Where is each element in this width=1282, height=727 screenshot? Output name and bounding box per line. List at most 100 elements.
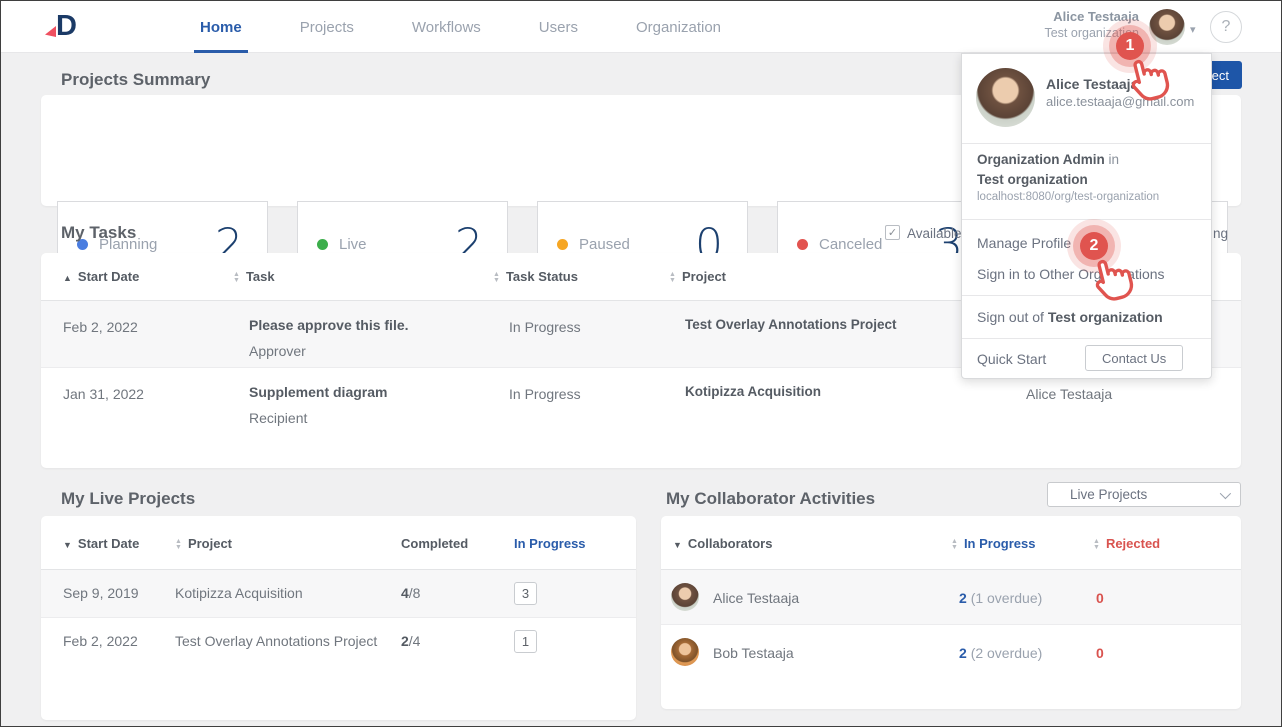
cell-task-role: Recipient: [249, 410, 307, 426]
column-header-collaborators[interactable]: ▼Collaborators: [673, 536, 772, 551]
sort-icon: ▲▼: [951, 539, 958, 551]
nav-item-projects[interactable]: Projects: [294, 1, 360, 53]
cell-in-progress: 2: [959, 645, 967, 661]
sort-icon: ▲▼: [175, 539, 182, 551]
chevron-down-icon[interactable]: ▾: [1190, 23, 1196, 36]
column-header-project[interactable]: ▲▼Project: [175, 536, 232, 551]
user-menu-role: Organization Admin: [977, 152, 1105, 167]
column-header-rejected[interactable]: ▲▼Rejected: [1093, 536, 1160, 551]
collaborators-header-row: ▼Collaborators ▲▼In Progress ▲▼Rejected: [661, 516, 1241, 570]
column-header-in-progress[interactable]: In Progress: [514, 536, 586, 551]
collaborator-activities-panel: ▼Collaborators ▲▼In Progress ▲▼Rejected …: [661, 516, 1241, 709]
sort-desc-icon: ▼: [63, 540, 72, 550]
app-window: D Home Projects Workflows Users Organiza…: [0, 0, 1282, 727]
projects-filter-select[interactable]: Live Projects: [1047, 482, 1241, 507]
cell-completed-total: /8: [409, 585, 421, 601]
help-button[interactable]: ?: [1210, 11, 1242, 43]
sort-icon: ▲▼: [1093, 539, 1100, 551]
cell-start-date: Jan 31, 2022: [63, 386, 144, 402]
cell-start-date: Feb 2, 2022: [63, 319, 138, 335]
menu-item-sign-in-other-orgs[interactable]: Sign in to Other Organizations: [977, 266, 1165, 282]
user-menu-role-suffix: in: [1109, 152, 1120, 167]
divider: [962, 295, 1211, 296]
cell-completed-done: 4: [401, 585, 409, 601]
cell-task-status: In Progress: [509, 319, 581, 335]
cell-project: Test Overlay Annotations Project: [175, 633, 377, 649]
column-header-task[interactable]: ▲▼Task: [233, 269, 275, 284]
cell-in-progress: 2: [959, 590, 967, 606]
sort-asc-icon: ▲: [63, 273, 72, 283]
cell-project: Kotipizza Acquisition: [685, 384, 821, 399]
menu-item-quick-start[interactable]: Quick Start: [977, 351, 1046, 367]
collaborator-activities-title: My Collaborator Activities: [666, 489, 875, 509]
contact-us-button[interactable]: Contact Us: [1085, 345, 1183, 371]
table-row[interactable]: Alice Testaaja 2 (1 overdue) 0: [661, 570, 1241, 624]
card-label: Canceled: [819, 236, 882, 253]
app-logo-icon[interactable]: D: [45, 10, 85, 44]
my-live-projects-title: My Live Projects: [61, 489, 195, 509]
cell-task-status: In Progress: [509, 386, 581, 402]
paused-status-dot-icon: [557, 239, 568, 250]
sort-desc-icon: ▼: [673, 540, 682, 550]
my-tasks-title: My Tasks: [61, 223, 136, 243]
column-header-project[interactable]: ▲▼Project: [669, 269, 726, 284]
sort-icon: ▲▼: [493, 272, 500, 284]
menu-item-manage-profile[interactable]: Manage Profile: [977, 235, 1071, 251]
column-header-in-progress[interactable]: ▲▼In Progress: [951, 536, 1035, 551]
cell-assignee: Alice Testaaja: [1026, 386, 1112, 402]
logo-letter: D: [56, 10, 76, 43]
sort-icon: ▲▼: [233, 272, 240, 284]
user-menu-org: Test organization: [977, 172, 1088, 187]
table-row[interactable]: Feb 2, 2022 Test Overlay Annotations Pro…: [41, 617, 636, 664]
column-header-start-date[interactable]: ▲Start Date: [63, 269, 139, 284]
card-label: Paused: [579, 236, 630, 253]
my-live-projects-panel: ▼Start Date ▲▼Project Completed In Progr…: [41, 516, 636, 720]
nav-item-users[interactable]: Users: [533, 1, 584, 53]
user-menu-org-url: localhost:8080/org/test-organization: [977, 191, 1159, 203]
cell-completed-done: 2: [401, 633, 409, 649]
card-label: Live: [339, 236, 367, 253]
column-header-completed[interactable]: Completed: [401, 536, 468, 551]
avatar: [976, 68, 1035, 127]
cell-start-date: Feb 2, 2022: [63, 633, 138, 649]
in-progress-count-button[interactable]: 1: [514, 630, 537, 653]
main-nav: Home Projects Workflows Users Organizati…: [194, 1, 727, 53]
table-row[interactable]: Sep 9, 2019 Kotipizza Acquisition 4/8 3: [41, 570, 636, 617]
avatar: [671, 638, 699, 666]
menu-item-sign-out[interactable]: Sign out of Test organization: [977, 309, 1163, 325]
truncated-label-fragment: ng: [1213, 226, 1228, 241]
cell-completed-total: /4: [409, 633, 421, 649]
column-header-task-status[interactable]: ▲▼Task Status: [493, 269, 578, 284]
cell-rejected: 0: [1096, 590, 1104, 606]
cell-task-role: Approver: [249, 343, 306, 359]
table-row[interactable]: Bob Testaaja 2 (2 overdue) 0: [661, 624, 1241, 678]
canceled-status-dot-icon: [797, 239, 808, 250]
cell-task-title: Supplement diagram: [249, 384, 387, 400]
projects-filter-value: Live Projects: [1070, 487, 1147, 502]
sort-icon: ▲▼: [669, 272, 676, 284]
avatar: [671, 583, 699, 611]
topbar-user-name: Alice Testaaja: [979, 9, 1139, 24]
nav-item-home[interactable]: Home: [194, 1, 248, 53]
cell-collaborator-name: Bob Testaaja: [713, 645, 794, 661]
cell-task-title: Please approve this file.: [249, 317, 409, 333]
cell-project: Kotipizza Acquisition: [175, 585, 303, 601]
in-progress-count-button[interactable]: 3: [514, 582, 537, 605]
available-checkbox-label: Available: [907, 226, 962, 241]
cell-start-date: Sep 9, 2019: [63, 585, 139, 601]
nav-item-organization[interactable]: Organization: [630, 1, 727, 53]
top-navbar: D Home Projects Workflows Users Organiza…: [1, 1, 1281, 53]
nav-item-workflows[interactable]: Workflows: [406, 1, 487, 53]
user-menu-org-section: Organization Admin in Test organization …: [962, 144, 1211, 220]
cell-overdue: (1 overdue): [971, 590, 1043, 606]
live-status-dot-icon: [317, 239, 328, 250]
cell-collaborator-name: Alice Testaaja: [713, 590, 799, 606]
divider: [962, 338, 1211, 339]
cell-overdue: (2 overdue): [971, 645, 1043, 661]
live-projects-header-row: ▼Start Date ▲▼Project Completed In Progr…: [41, 516, 636, 570]
user-dropdown-menu: Alice Testaaja alice.testaaja@gmail.com …: [961, 53, 1212, 379]
column-header-start-date[interactable]: ▼Start Date: [63, 536, 139, 551]
available-checkbox[interactable]: ✓: [885, 225, 900, 240]
sign-out-org-name: Test organization: [1048, 309, 1163, 325]
projects-summary-title: Projects Summary: [61, 70, 210, 90]
